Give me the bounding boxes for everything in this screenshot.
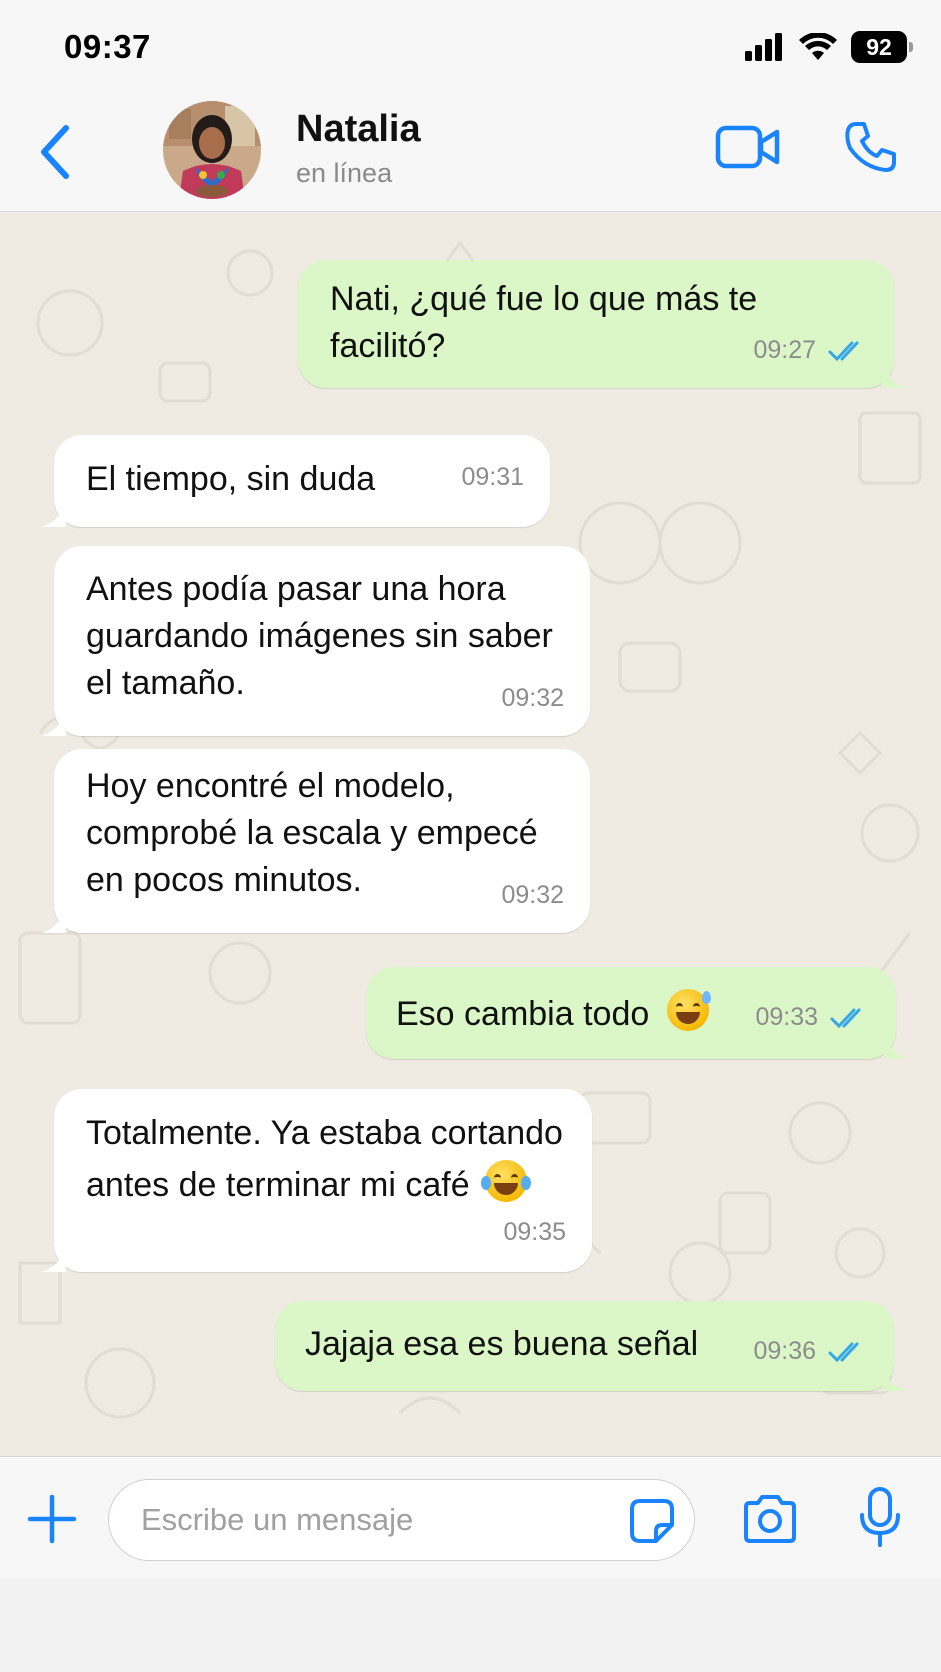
contact-status: en línea — [296, 158, 393, 188]
video-call-button[interactable] — [715, 122, 781, 172]
message-bubble-outgoing[interactable]: Eso cambia todo 09:33 — [366, 967, 908, 1059]
message-text-line: comprobé la escala y empecé — [86, 814, 538, 852]
message-bubble-outgoing[interactable]: Jajaja esa es buena señal 09:36 — [275, 1301, 906, 1391]
bubble-tail — [884, 1037, 908, 1059]
voice-note-button[interactable] — [858, 1487, 902, 1549]
message-text-line: el tamaño. — [86, 664, 245, 702]
status-time: 09:37 — [64, 28, 151, 65]
read-receipt-icon — [828, 1342, 859, 1362]
message-time: 09:36 — [753, 1337, 816, 1365]
message-text-line: antes de terminar mi café — [86, 1159, 564, 1211]
wifi-icon — [799, 33, 837, 60]
sticker-icon — [630, 1499, 674, 1543]
grinning-face-with-sweat-emoji-icon — [666, 989, 711, 1031]
message-text-line: Hoy encontré el modelo, — [86, 767, 455, 805]
bubble-tail — [882, 366, 906, 388]
message-text: Eso cambia todo — [396, 995, 650, 1033]
message-time: 09:32 — [501, 881, 564, 909]
message-meta: 09:27 — [753, 327, 868, 374]
bubble-tail — [42, 505, 66, 527]
message-bubble-incoming[interactable]: El tiempo, sin duda 09:31 — [42, 435, 550, 527]
message-time: 09:31 — [461, 463, 524, 491]
battery-indicator: 92 — [851, 31, 913, 63]
message-time: 09:27 — [753, 336, 816, 364]
avatar-photo — [163, 101, 261, 199]
message-text-line: guardando imágenes sin saber — [86, 617, 553, 655]
message-meta: 09:36 — [753, 1328, 868, 1375]
status-icons: 92 — [745, 30, 913, 64]
message-meta: 09:33 — [755, 994, 870, 1041]
back-button[interactable] — [36, 122, 76, 182]
message-bubble-incoming[interactable]: Totalmente. Ya estaba cortando antes de … — [42, 1089, 592, 1272]
voice-call-button[interactable] — [842, 120, 898, 176]
cellular-signal-icon — [745, 33, 782, 61]
chat-area[interactable]: Nati, ¿qué fue lo que más te facilitó? 0… — [0, 213, 941, 1456]
face-with-tears-of-joy-emoji-icon — [481, 1160, 532, 1202]
plus-icon — [27, 1494, 77, 1544]
message-field[interactable] — [108, 1479, 695, 1561]
chevron-left-icon — [41, 125, 69, 179]
camera-icon — [744, 1495, 796, 1543]
message-bubble-outgoing[interactable]: Nati, ¿qué fue lo que más te facilitó? 0… — [298, 260, 906, 388]
message-time: 09:32 — [501, 684, 564, 712]
message-meta: 09:31 — [461, 454, 524, 501]
bubble-tail — [42, 714, 66, 736]
message-bubble-incoming[interactable]: Antes podía pasar una hora guardando imá… — [42, 546, 590, 736]
bubble-tail — [42, 911, 66, 933]
contact-avatar[interactable] — [163, 101, 261, 199]
microphone-icon — [860, 1487, 900, 1547]
home-indicator-area — [0, 1578, 941, 1672]
message-input[interactable] — [141, 1498, 611, 1542]
message-text: antes de terminar mi café — [86, 1166, 470, 1204]
message-meta: 09:35 — [503, 1206, 566, 1258]
message-text-line: en pocos minutos. — [86, 861, 362, 899]
sticker-button[interactable] — [628, 1497, 676, 1545]
message-bubble-incoming[interactable]: Hoy encontré el modelo, comprobé la esca… — [42, 749, 590, 933]
camera-button[interactable] — [740, 1493, 800, 1545]
status-bar: 09:37 92 — [0, 0, 941, 92]
message-meta: 09:32 — [501, 872, 564, 919]
attach-button[interactable] — [26, 1493, 78, 1545]
message-meta: 09:32 — [501, 675, 564, 722]
message-time: 09:35 — [503, 1218, 566, 1246]
message-text-line: Nati, ¿qué fue lo que más te — [330, 280, 758, 318]
bubble-tail — [42, 1250, 66, 1272]
video-camera-icon — [715, 125, 780, 169]
message-input-bar — [0, 1456, 941, 1578]
read-receipt-icon — [828, 341, 859, 361]
phone-icon — [845, 122, 896, 172]
chat-header: Natalia en línea — [0, 92, 941, 212]
message-text-line: El tiempo, sin duda — [86, 460, 376, 498]
message-text-line: Totalmente. Ya estaba cortando — [86, 1114, 563, 1152]
contact-name[interactable]: Natalia — [296, 108, 421, 151]
bubble-tail — [882, 1369, 906, 1391]
message-time: 09:33 — [755, 1003, 818, 1031]
read-receipt-icon — [830, 1008, 861, 1028]
message-text-line: Antes podía pasar una hora — [86, 570, 506, 608]
